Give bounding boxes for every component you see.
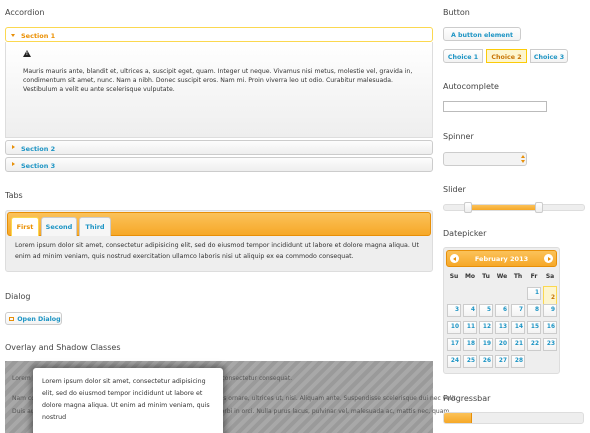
slider-handle-start[interactable] [463,202,472,213]
accordion-heading: Accordion [5,8,45,17]
tab-first[interactable]: First [11,217,39,236]
accordion-header-section-3[interactable]: Section 3 [5,157,433,172]
datepicker-day-of-week: Mo [464,273,476,280]
open-dialog-label: Open Dialog [17,316,61,323]
datepicker-day[interactable]: 4 [463,304,477,317]
accordion-header-label: Section 3 [21,162,56,170]
tab-panel-text: Lorem ipsum dolor sit amet, consectetur … [15,242,419,260]
tabs-heading: Tabs [5,191,23,200]
accordion-header-section-2[interactable]: Section 2 [5,140,433,155]
datepicker-title: February 2013 [474,255,529,263]
datepicker-day[interactable]: 26 [479,355,493,368]
progressbar [443,412,584,424]
spinner-down-icon[interactable] [521,160,525,163]
choice-3-button[interactable]: Choice 3 [530,49,568,63]
datepicker-day-of-week: Th [513,273,523,280]
datepicker-day-of-week: We [496,273,508,280]
alert-icon [23,50,31,57]
slider-heading: Slider [443,185,466,194]
tab-second[interactable]: Second [41,217,77,236]
datepicker-day-of-week: Fr [530,273,538,280]
autocomplete-input[interactable] [443,101,547,112]
spinner-heading: Spinner [443,132,474,141]
progressbar-fill [444,413,472,423]
datepicker-day[interactable]: 24 [447,355,461,368]
autocomplete-heading: Autocomplete [443,82,499,91]
accordion-header-section-1[interactable]: Section 1 [5,27,433,42]
datepicker-day[interactable]: 6 [495,304,509,317]
tabs-widget: First Second Third Lorem ipsum dolor sit… [5,210,433,272]
spinner-input[interactable] [443,152,527,166]
datepicker-day[interactable]: 18 [463,338,477,351]
datepicker: February 2013 Su Mo Tu We Th Fr Sa 1 2 3 4 5 6 7 8 9 10 1… [443,247,560,374]
slider-range [467,205,540,210]
progressbar-heading: Progressbar [443,394,491,403]
datepicker-day[interactable]: 19 [479,338,493,351]
datepicker-day-of-week: Su [449,273,459,280]
datepicker-day[interactable]: 14 [511,321,525,334]
datepicker-day[interactable]: 15 [527,321,541,334]
tab-third[interactable]: Third [79,217,111,236]
datepicker-day[interactable]: 10 [447,321,461,334]
datepicker-day[interactable]: 11 [463,321,477,334]
datepicker-day-of-week: Sa [545,273,555,280]
datepicker-day[interactable]: 12 [479,321,493,334]
open-dialog-button[interactable]: Open Dialog [5,312,62,325]
next-month-icon[interactable] [544,254,553,263]
datepicker-day[interactable]: 21 [511,338,525,351]
accordion-header-label: Section 1 [21,32,56,40]
button-heading: Button [443,8,470,17]
datepicker-day-of-week: Tu [482,273,490,280]
datepicker-day[interactable]: 7 [511,304,525,317]
new-window-icon [9,317,14,321]
datepicker-day[interactable]: 28 [511,355,525,368]
datepicker-day[interactable]: 13 [495,321,509,334]
choice-1-button[interactable]: Choice 1 [443,49,483,63]
datepicker-day[interactable]: 27 [495,355,509,368]
chevron-down-icon [11,34,15,37]
accordion-panel: Mauris mauris ante, blandit et, ultrices… [5,42,433,138]
accordion-panel-text: Mauris mauris ante, blandit et, ultrices… [23,68,413,94]
datepicker-heading: Datepicker [443,229,487,238]
datepicker-day[interactable]: 16 [543,321,557,334]
overlay-heading: Overlay and Shadow Classes [5,343,121,352]
slider-handle-end[interactable] [535,202,544,213]
datepicker-day[interactable]: 22 [527,338,541,351]
spinner-up-icon[interactable] [521,155,525,158]
datepicker-day[interactable]: 23 [543,338,557,351]
shadow-box-text: Lorem ipsum dolor sit amet, consectetur … [42,378,210,421]
chevron-right-icon [12,162,15,166]
datepicker-day[interactable]: 3 [447,304,461,317]
shadow-box: Lorem ipsum dolor sit amet, consectetur … [33,368,223,433]
slider-track[interactable] [443,202,585,213]
datepicker-header: February 2013 [446,250,557,267]
datepicker-day[interactable]: 9 [543,304,557,317]
accordion-header-label: Section 2 [21,145,56,153]
datepicker-day[interactable]: 5 [479,304,493,317]
datepicker-day[interactable]: 8 [527,304,541,317]
dialog-heading: Dialog [5,292,31,301]
tabs-nav: First Second Third [7,212,431,236]
datepicker-day[interactable]: 25 [463,355,477,368]
button-element[interactable]: A button element [443,27,521,41]
chevron-right-icon [12,145,15,149]
datepicker-day[interactable]: 20 [495,338,509,351]
choice-2-button[interactable]: Choice 2 [486,49,527,63]
datepicker-day[interactable]: 17 [447,338,461,351]
datepicker-day[interactable]: 1 [527,287,541,300]
